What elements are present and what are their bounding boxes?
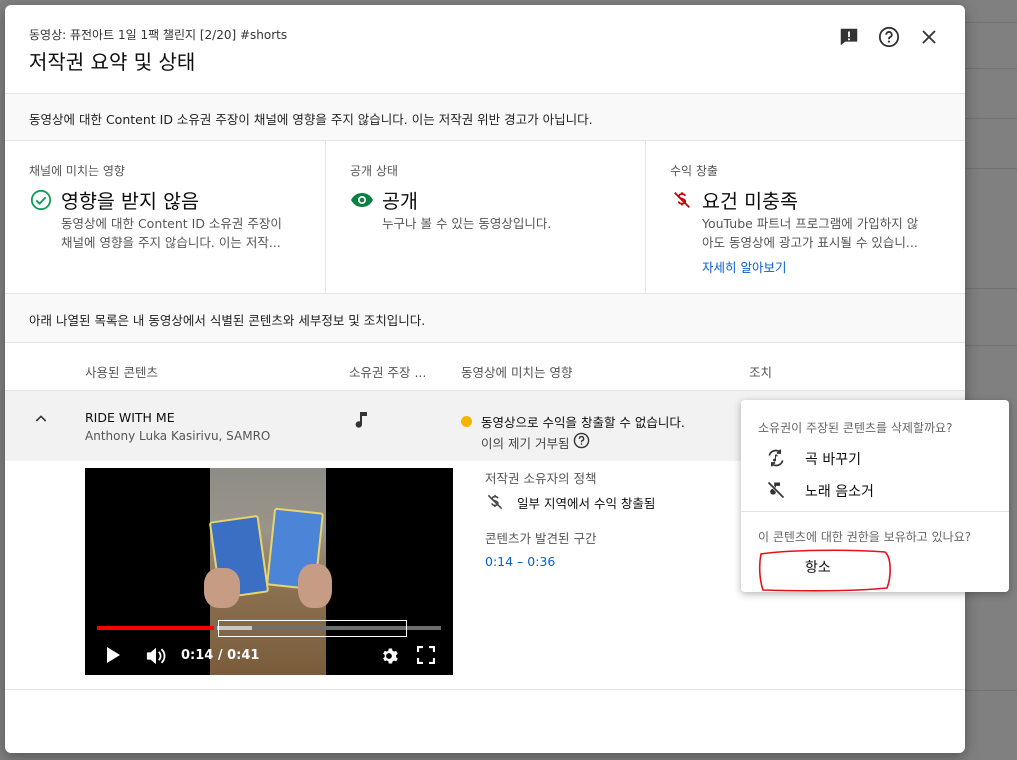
- fullscreen-icon[interactable]: [416, 645, 436, 668]
- card-description: 동영상에 대한 Content ID 소유권 주장이 채널에 영향을 주지 않습…: [61, 214, 301, 252]
- video-frame: [204, 468, 332, 675]
- help-icon[interactable]: [573, 432, 590, 452]
- swap-music-icon: [766, 448, 786, 472]
- volume-icon[interactable]: [145, 646, 167, 670]
- column-header-impact[interactable]: 동영상에 미치는 영향: [461, 362, 572, 381]
- eye-icon: [350, 188, 374, 212]
- card-description-line: 동영상에 대한 Content ID 소유권 주장이: [61, 216, 282, 231]
- table-header: 사용된 콘텐츠 소유권 주장 ... 동영상에 미치는 영향 조치: [5, 343, 965, 391]
- dialog-title: 저작권 요약 및 상태: [29, 50, 196, 74]
- menu-item-label: 곡 바꾸기: [805, 452, 861, 468]
- visibility-card: 공개 상태 공개 누구나 볼 수 있는 동영상입니다.: [325, 141, 645, 294]
- settings-gear-icon[interactable]: [379, 646, 399, 670]
- card-description: YouTube 파트너 프로그램에 가입하지 않 아도 동영상에 광고가 표시될…: [702, 214, 942, 252]
- copyright-dialog: 동영상: 퓨전아트 1일 1팩 챌린지 [2/20] #shorts 저작권 요…: [5, 5, 965, 753]
- dialog-header: 동영상: 퓨전아트 1일 1팩 챌린지 [2/20] #shorts 저작권 요…: [5, 5, 965, 93]
- policy-value: 일부 지역에서 수익 창출됨: [517, 496, 656, 511]
- music-off-icon: [766, 480, 786, 504]
- divider: [960, 118, 1017, 119]
- card-description-line: YouTube 파트너 프로그램에 가입하지 않: [702, 216, 919, 231]
- progress-played: [97, 626, 214, 630]
- column-header-content[interactable]: 사용된 콘텐츠: [85, 362, 158, 381]
- divider: [960, 690, 1017, 691]
- notice-text: 동영상에 대한 Content ID 소유권 주장이 채널에 영향을 주지 않습…: [29, 112, 593, 127]
- policy-label: 저작권 소유자의 정책: [485, 471, 597, 486]
- check-circle-icon: [29, 188, 53, 212]
- video-player[interactable]: 0:14 / 0:41: [85, 468, 453, 675]
- divider: [5, 689, 965, 690]
- card-description-line: 누구나 볼 수 있는 동영상입니다.: [382, 216, 552, 231]
- divider: [960, 68, 1017, 69]
- card-label: 공개 상태: [350, 164, 398, 178]
- artist-name: Anthony Luka Kasirivu, SAMRO: [85, 429, 271, 443]
- divider: [960, 168, 1017, 169]
- status-cards: 채널에 미치는 영향 영향을 받지 않음 동영상에 대한 Content ID …: [5, 141, 965, 294]
- column-header-action[interactable]: 조치: [749, 362, 772, 381]
- card-value: 요건 미충족: [702, 190, 798, 213]
- impact-text: 동영상으로 수익을 창출할 수 없습니다.: [481, 415, 685, 430]
- red-annotation-circle: [758, 549, 891, 592]
- column-header-claim[interactable]: 소유권 주장 ...: [349, 362, 426, 381]
- card-label: 수익 창출: [670, 164, 718, 178]
- play-icon[interactable]: [105, 646, 121, 668]
- card-value: 공개: [382, 190, 418, 213]
- dispute-status: 이의 제기 거부됨: [481, 432, 590, 452]
- menu-item-replace-song[interactable]: 곡 바꾸기: [741, 442, 1009, 474]
- channel-impact-card: 채널에 미치는 영향 영향을 받지 않음 동영상에 대한 Content ID …: [5, 141, 325, 294]
- divider: [960, 345, 1017, 346]
- divider: [960, 288, 1017, 289]
- no-money-icon: [670, 188, 694, 212]
- status-dot: [461, 416, 472, 427]
- music-note-icon: [353, 411, 371, 435]
- close-icon[interactable]: [917, 25, 941, 49]
- hand-image: [298, 564, 332, 608]
- menu-item-mute-song[interactable]: 노래 음소거: [741, 474, 1009, 506]
- identified-content-info: 아래 나열된 목록은 내 동영상에서 식별된 콘텐츠와 세부정보 및 조치입니다…: [5, 294, 965, 343]
- video-title: 동영상: 퓨전아트 1일 1팩 챌린지 [2/20] #shorts: [29, 28, 288, 42]
- card-label: 채널에 미치는 영향: [29, 164, 125, 178]
- feedback-icon[interactable]: [837, 25, 861, 49]
- time-display: 0:14 / 0:41: [181, 648, 260, 663]
- dispute-text: 이의 제기 거부됨: [481, 435, 570, 451]
- claim-segment-marker: [218, 620, 407, 637]
- card-value: 영향을 받지 않음: [61, 190, 199, 213]
- menu-divider: [741, 511, 1009, 512]
- segment-label: 콘텐츠가 발견된 구간: [485, 531, 597, 546]
- card-description-line: 아도 동영상에 광고가 표시될 수 있습니...: [702, 235, 918, 250]
- menu-heading-remove: 소유권이 주장된 콘텐츠를 삭제할까요?: [758, 421, 953, 435]
- song-title: RIDE WITH ME: [85, 410, 175, 425]
- monetization-card: 수익 창출 요건 미충족 YouTube 파트너 프로그램에 가입하지 않 아도…: [645, 141, 965, 294]
- card-description-line: 채널에 영향을 주지 않습니다. 이는 저작...: [61, 235, 281, 250]
- info-text: 아래 나열된 목록은 내 동영상에서 식별된 콘텐츠와 세부정보 및 조치입니다…: [29, 313, 426, 328]
- claim-notice: 동영상에 대한 Content ID 소유권 주장이 채널에 영향을 주지 않습…: [5, 93, 965, 141]
- segment-link[interactable]: 0:14 – 0:36: [485, 554, 555, 569]
- menu-heading-rights: 이 콘텐츠에 대한 권한을 보유하고 있나요?: [758, 530, 972, 544]
- divider: [960, 22, 1017, 23]
- card-description: 누구나 볼 수 있는 동영상입니다.: [382, 214, 622, 233]
- no-money-icon: [485, 492, 505, 516]
- help-icon[interactable]: [877, 25, 901, 49]
- learn-more-link[interactable]: 자세히 알아보기: [702, 257, 786, 276]
- hand-image: [204, 568, 240, 608]
- chevron-up-icon[interactable]: [33, 411, 49, 427]
- menu-item-label: 노래 음소거: [805, 484, 874, 500]
